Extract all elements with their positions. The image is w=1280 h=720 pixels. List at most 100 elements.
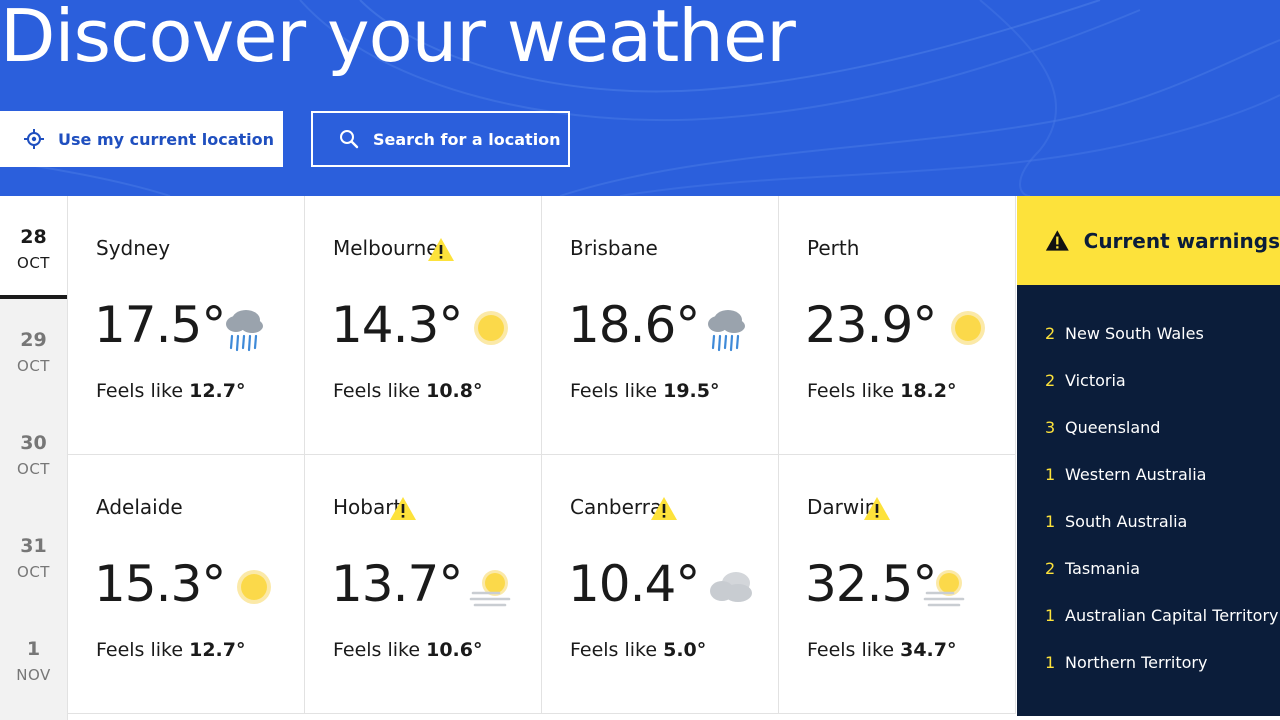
crosshair-icon — [24, 129, 44, 149]
feels-like-value: 18.2° — [900, 380, 957, 402]
date-tab[interactable]: 30 OCT — [0, 402, 67, 505]
date-day: 29 — [20, 329, 47, 351]
cloudy-icon — [710, 572, 752, 602]
feels-like-label: Feels like — [333, 380, 421, 402]
feels-like-value: 19.5° — [663, 380, 720, 402]
feels-like-value: 12.7° — [189, 639, 246, 661]
date-tab[interactable]: 31 OCT — [0, 505, 67, 608]
warning-region: Victoria — [1065, 371, 1126, 390]
warning-item-act[interactable]: 1 Australian Capital Territory — [1045, 606, 1279, 653]
city-name: Canberra — [570, 495, 663, 519]
warnings-panel: Current warnings 2 New South Wales 2 Victo… — [1017, 196, 1280, 716]
temperature: 14.3° — [331, 296, 463, 354]
warning-region: Tasmania — [1065, 559, 1141, 578]
city-forecast-grid: Sydney 17.5° Feels like 12.7° Melbourne … — [68, 196, 1016, 716]
use-current-location-button[interactable]: Use my current location — [0, 111, 283, 167]
warning-count: 1 — [1045, 606, 1056, 625]
search-icon — [340, 130, 359, 149]
warning-item-tas[interactable]: 2 Tasmania — [1045, 559, 1279, 606]
date-month: NOV — [16, 666, 51, 684]
feels-like-label: Feels like — [807, 639, 895, 661]
city-card-brisbane[interactable]: Brisbane 18.6° Feels like 19.5° — [542, 196, 779, 455]
warning-region: New South Wales — [1065, 324, 1204, 343]
warning-item-vic[interactable]: 2 Victoria — [1045, 371, 1279, 418]
city-card-hobart[interactable]: Hobart 13.7° Feels like 10.6° — [305, 455, 542, 714]
sunny-icon — [237, 570, 271, 604]
warning-count: 1 — [1045, 653, 1056, 672]
feels-like-label: Feels like — [807, 380, 895, 402]
page-title: Discover your weather — [0, 0, 796, 78]
city-name: Brisbane — [570, 236, 658, 260]
feels-like-label: Feels like — [96, 380, 184, 402]
city-card-perth[interactable]: Perth 23.9° Feels like 18.2° — [779, 196, 1016, 455]
warning-item-wa[interactable]: 1 Western Australia — [1045, 465, 1279, 512]
warning-icon — [651, 497, 677, 520]
warning-count: 2 — [1045, 559, 1056, 578]
warning-item-qld[interactable]: 3 Queensland — [1045, 418, 1279, 465]
warning-item-nt[interactable]: 1 Northern Territory — [1045, 653, 1279, 700]
date-tab[interactable]: 28 OCT — [0, 196, 67, 299]
warning-count: 1 — [1045, 465, 1056, 484]
feels-like-label: Feels like — [333, 639, 421, 661]
city-name: Perth — [807, 236, 860, 260]
date-day: 31 — [20, 535, 47, 557]
warning-item-sa[interactable]: 1 South Australia — [1045, 512, 1279, 559]
warning-count: 2 — [1045, 371, 1056, 390]
feels-like-text: Feels like 34.7° — [807, 639, 957, 661]
temperature: 17.5° — [94, 296, 226, 354]
warning-item-nsw[interactable]: 2 New South Wales — [1045, 324, 1279, 371]
warning-icon — [864, 497, 890, 520]
warning-icon — [428, 238, 454, 261]
current-warnings-header[interactable]: Current warnings — [1017, 196, 1280, 285]
location-button-label: Use my current location — [58, 129, 274, 149]
warning-region: South Australia — [1065, 512, 1188, 531]
feels-like-value: 10.8° — [426, 380, 483, 402]
city-card-darwin[interactable]: Darwin 32.5° Feels like 34.7° — [779, 455, 1016, 714]
date-month: OCT — [17, 357, 50, 375]
warning-count: 3 — [1045, 418, 1056, 437]
sunny-icon — [474, 311, 508, 345]
date-tab[interactable]: 1 NOV — [0, 608, 67, 711]
feels-like-text: Feels like 18.2° — [807, 380, 957, 402]
city-name: Adelaide — [96, 495, 183, 519]
warning-region: Western Australia — [1065, 465, 1207, 484]
warning-region: Northern Territory — [1065, 653, 1208, 672]
date-month: OCT — [17, 563, 50, 581]
warning-icon — [1045, 230, 1069, 251]
feels-like-text: Feels like 10.8° — [333, 380, 483, 402]
city-card-adelaide[interactable]: Adelaide 15.3° Feels like 12.7° — [68, 455, 305, 714]
warning-icon — [390, 497, 416, 520]
city-name: Melbourne — [333, 236, 439, 260]
feels-like-label: Feels like — [570, 380, 658, 402]
sunny-icon — [951, 311, 985, 345]
search-button-label: Search for a location — [373, 129, 561, 149]
date-tab[interactable]: 29 OCT — [0, 299, 67, 402]
city-name: Sydney — [96, 236, 171, 260]
rain-icon — [226, 310, 263, 352]
city-card-melbourne[interactable]: Melbourne 14.3° Feels like 10.8° — [305, 196, 542, 455]
hazy-sun-icon — [469, 570, 511, 607]
feels-like-label: Feels like — [96, 639, 184, 661]
temperature: 13.7° — [331, 555, 463, 613]
feels-like-value: 10.6° — [426, 639, 483, 661]
city-card-canberra[interactable]: Canberra 10.4° Feels like 5.0° — [542, 455, 779, 714]
feels-like-text: Feels like 12.7° — [96, 380, 246, 402]
feels-like-label: Feels like — [570, 639, 658, 661]
rain-icon — [708, 310, 745, 352]
date-day: 30 — [20, 432, 47, 454]
warnings-title: Current warnings — [1083, 228, 1280, 253]
warning-count: 1 — [1045, 512, 1056, 531]
hazy-sun-icon — [923, 570, 965, 607]
date-selector: 28 OCT 29 OCT 30 OCT 31 OCT 1 NOV — [0, 196, 68, 720]
date-day: 1 — [26, 638, 41, 660]
city-card-sydney[interactable]: Sydney 17.5° Feels like 12.7° — [68, 196, 305, 455]
warning-region: Queensland — [1065, 418, 1161, 437]
feels-like-value: 12.7° — [189, 380, 246, 402]
date-month: OCT — [17, 460, 50, 478]
search-location-button[interactable]: Search for a location — [311, 111, 570, 167]
warning-count: 2 — [1045, 324, 1056, 343]
temperature: 10.4° — [568, 555, 700, 613]
feels-like-value: 34.7° — [900, 639, 957, 661]
feels-like-text: Feels like 5.0° — [570, 639, 706, 661]
date-day: 28 — [20, 226, 47, 248]
